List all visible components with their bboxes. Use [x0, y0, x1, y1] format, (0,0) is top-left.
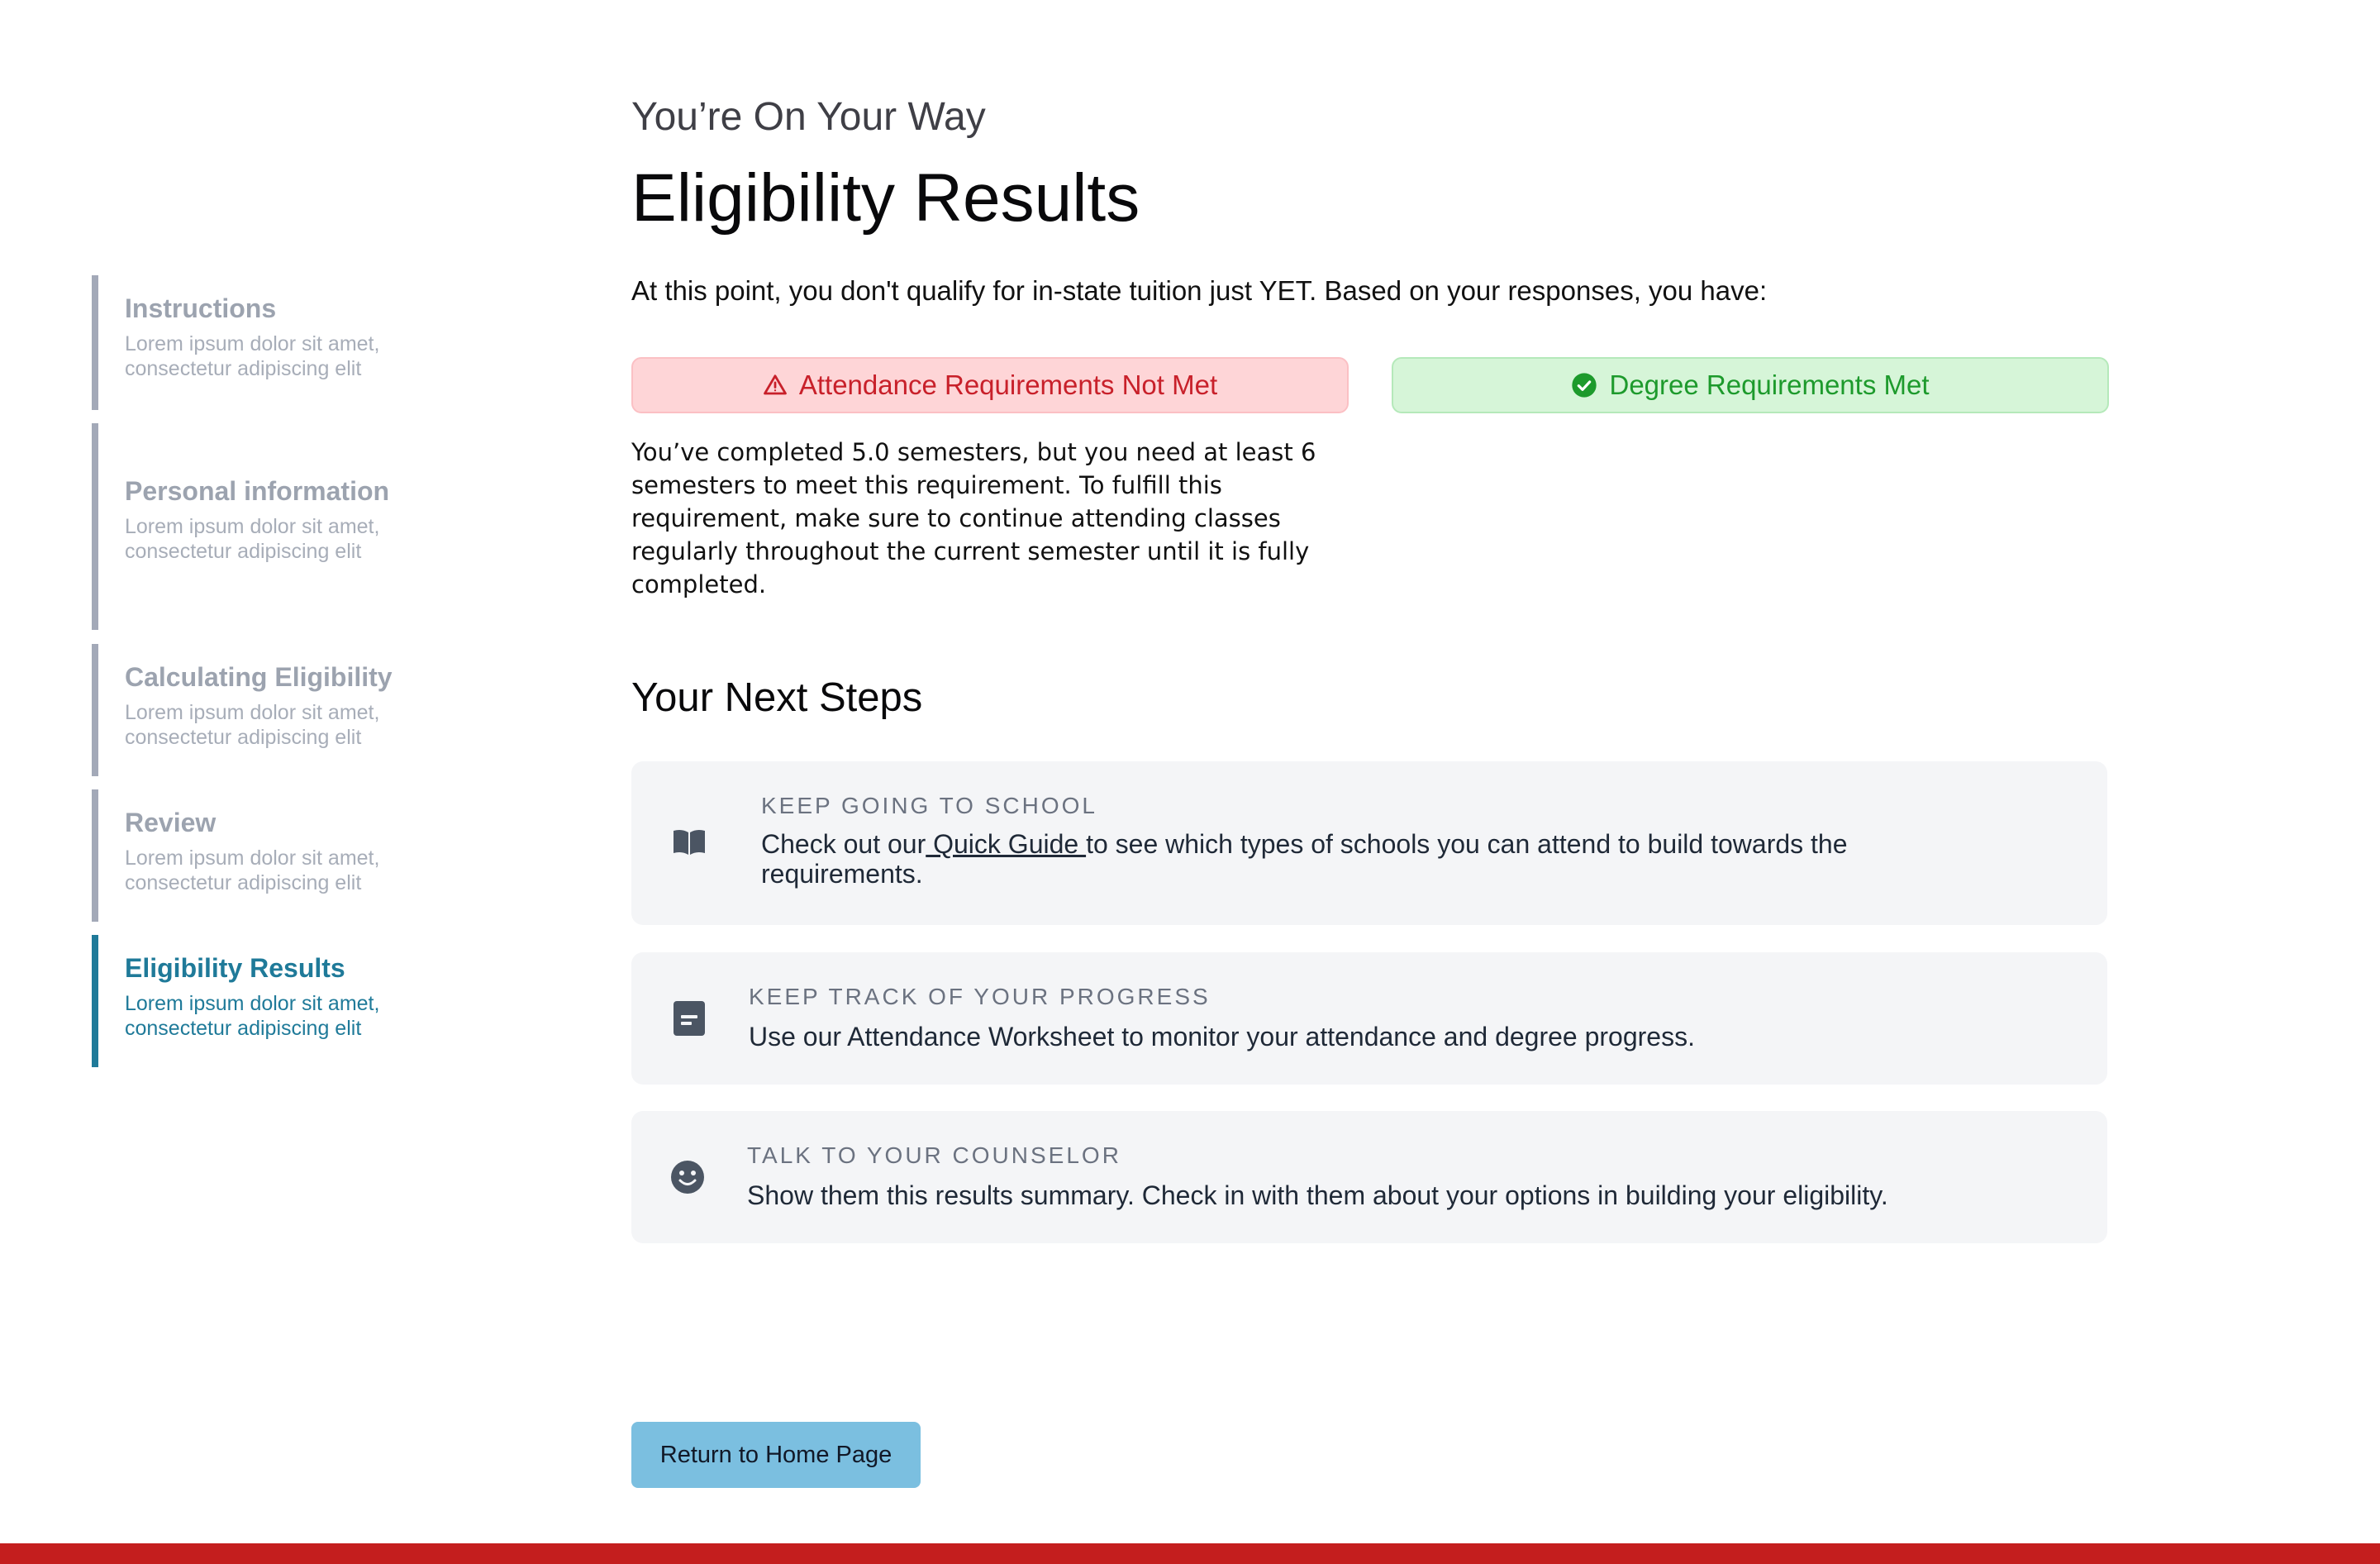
book-icon: [671, 824, 707, 861]
attendance-detail-text: You’ve completed 5.0 semesters, but you …: [631, 438, 1316, 598]
attendance-status-badge: Attendance Requirements Not Met: [631, 357, 1349, 413]
step-title: Review: [125, 808, 217, 837]
next-step-card-school: KEEP GOING TO SCHOOL Check out our Quick…: [631, 761, 2107, 925]
warning-triangle-icon: [763, 373, 788, 398]
next-step-text: Use our Attendance Worksheet to monitor …: [749, 1022, 1695, 1051]
step-instructions[interactable]: Instructions Lorem ipsum dolor sit amet,…: [92, 275, 472, 410]
footer-bar: [0, 1543, 2380, 1564]
next-step-heading: KEEP TRACK OF YOUR PROGRESS: [749, 984, 1211, 1009]
step-description: Lorem ipsum dolor sit amet, consectetur …: [125, 846, 380, 894]
step-personal-information[interactable]: Personal information Lorem ipsum dolor s…: [92, 423, 472, 630]
attendance-status-label: Attendance Requirements Not Met: [798, 370, 1218, 400]
page-title: Eligibility Results: [631, 160, 1140, 236]
step-description: Lorem ipsum dolor sit amet, consectetur …: [125, 332, 380, 380]
step-title: Calculating Eligibility: [125, 662, 393, 692]
next-step-heading: KEEP GOING TO SCHOOL: [761, 793, 1097, 818]
next-step-card-progress: KEEP TRACK OF YOUR PROGRESS Use our Atte…: [631, 952, 2107, 1085]
quick-guide-link[interactable]: Quick Guide: [926, 829, 1086, 859]
step-calculating-eligibility[interactable]: Calculating Eligibility Lorem ipsum dolo…: [92, 644, 472, 776]
step-eligibility-results[interactable]: Eligibility Results Lorem ipsum dolor si…: [92, 935, 472, 1067]
document-icon: [671, 1000, 707, 1037]
next-step-text: Check out our Quick Guide to see which t…: [761, 829, 1968, 889]
step-description: Lorem ipsum dolor sit amet, consectetur …: [125, 515, 380, 563]
degree-status-badge: Degree Requirements Met: [1392, 357, 2109, 413]
check-circle-icon: [1571, 372, 1597, 398]
next-step-text-start: Check out our: [761, 829, 926, 859]
step-title: Eligibility Results: [125, 953, 345, 983]
next-step-card-counselor: TALK TO YOUR COUNSELOR Show them this re…: [631, 1111, 2107, 1243]
step-title: Personal information: [125, 476, 390, 506]
next-step-heading: TALK TO YOUR COUNSELOR: [747, 1142, 1121, 1168]
next-steps-title: Your Next Steps: [631, 675, 923, 720]
degree-status-label: Degree Requirements Met: [1609, 370, 1930, 400]
step-description: Lorem ipsum dolor sit amet, consectetur …: [125, 992, 380, 1040]
step-description: Lorem ipsum dolor sit amet, consectetur …: [125, 701, 380, 749]
step-review[interactable]: Review Lorem ipsum dolor sit amet, conse…: [92, 789, 472, 922]
results-intro: At this point, you don't qualify for in-…: [631, 275, 1768, 306]
step-title: Instructions: [125, 293, 277, 323]
smiley-icon: [669, 1159, 706, 1195]
page-subtitle: You’re On Your Way: [631, 95, 986, 139]
return-home-button[interactable]: Return to Home Page: [631, 1422, 921, 1488]
next-step-text: Show them this results summary. Check in…: [747, 1180, 1888, 1210]
